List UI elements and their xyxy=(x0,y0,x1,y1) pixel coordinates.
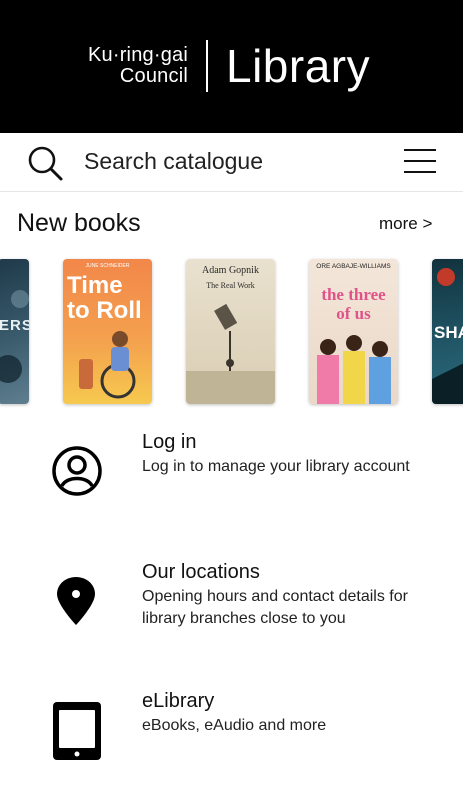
section-title-new-books: New books xyxy=(17,209,141,237)
row-description: Log in to manage your library account xyxy=(142,458,410,475)
book-cover-art xyxy=(79,331,136,399)
council-name-line1: Ku·ring·gai xyxy=(87,44,188,66)
council-logo: Ku·ring·gai Council xyxy=(82,45,188,87)
row-title: eLibrary xyxy=(142,690,215,712)
app-header: Ku·ring·gai Council Library xyxy=(0,0,463,133)
library-wordmark: Library xyxy=(226,40,371,92)
book-cover-art xyxy=(186,303,275,404)
logo-divider xyxy=(206,40,208,92)
user-circle-icon xyxy=(52,446,102,496)
book-cover-title: ERS xyxy=(0,317,29,334)
book-cover[interactable]: JUNE SCHNEIDER Time to Roll xyxy=(63,259,152,404)
book-cover[interactable]: Adam Gopnik The Real Work xyxy=(186,259,275,404)
council-name-line2: Council xyxy=(119,65,188,87)
row-title: Our locations xyxy=(142,561,260,583)
book-cover-title: SHA xyxy=(434,323,463,342)
row-description: Opening hours and contact details for li… xyxy=(142,588,408,627)
more-link[interactable]: more > xyxy=(379,214,432,234)
map-pin-icon xyxy=(57,577,95,625)
hamburger-menu-icon[interactable] xyxy=(404,147,436,175)
row-title: Log in xyxy=(142,431,197,453)
search-input[interactable]: Search catalogue xyxy=(84,148,263,175)
tablet-icon xyxy=(53,702,101,760)
book-cover[interactable]: SHA xyxy=(432,259,463,404)
search-icon[interactable] xyxy=(25,143,65,183)
search-bar[interactable]: Search catalogue xyxy=(0,133,463,191)
book-cover[interactable]: ERS xyxy=(0,259,29,404)
book-cover[interactable]: ORE AGBAJE-WILLIAMS the three of us xyxy=(309,259,398,404)
divider xyxy=(0,191,463,192)
row-description: eBooks, eAudio and more xyxy=(142,717,327,734)
book-cover-art xyxy=(317,335,391,404)
